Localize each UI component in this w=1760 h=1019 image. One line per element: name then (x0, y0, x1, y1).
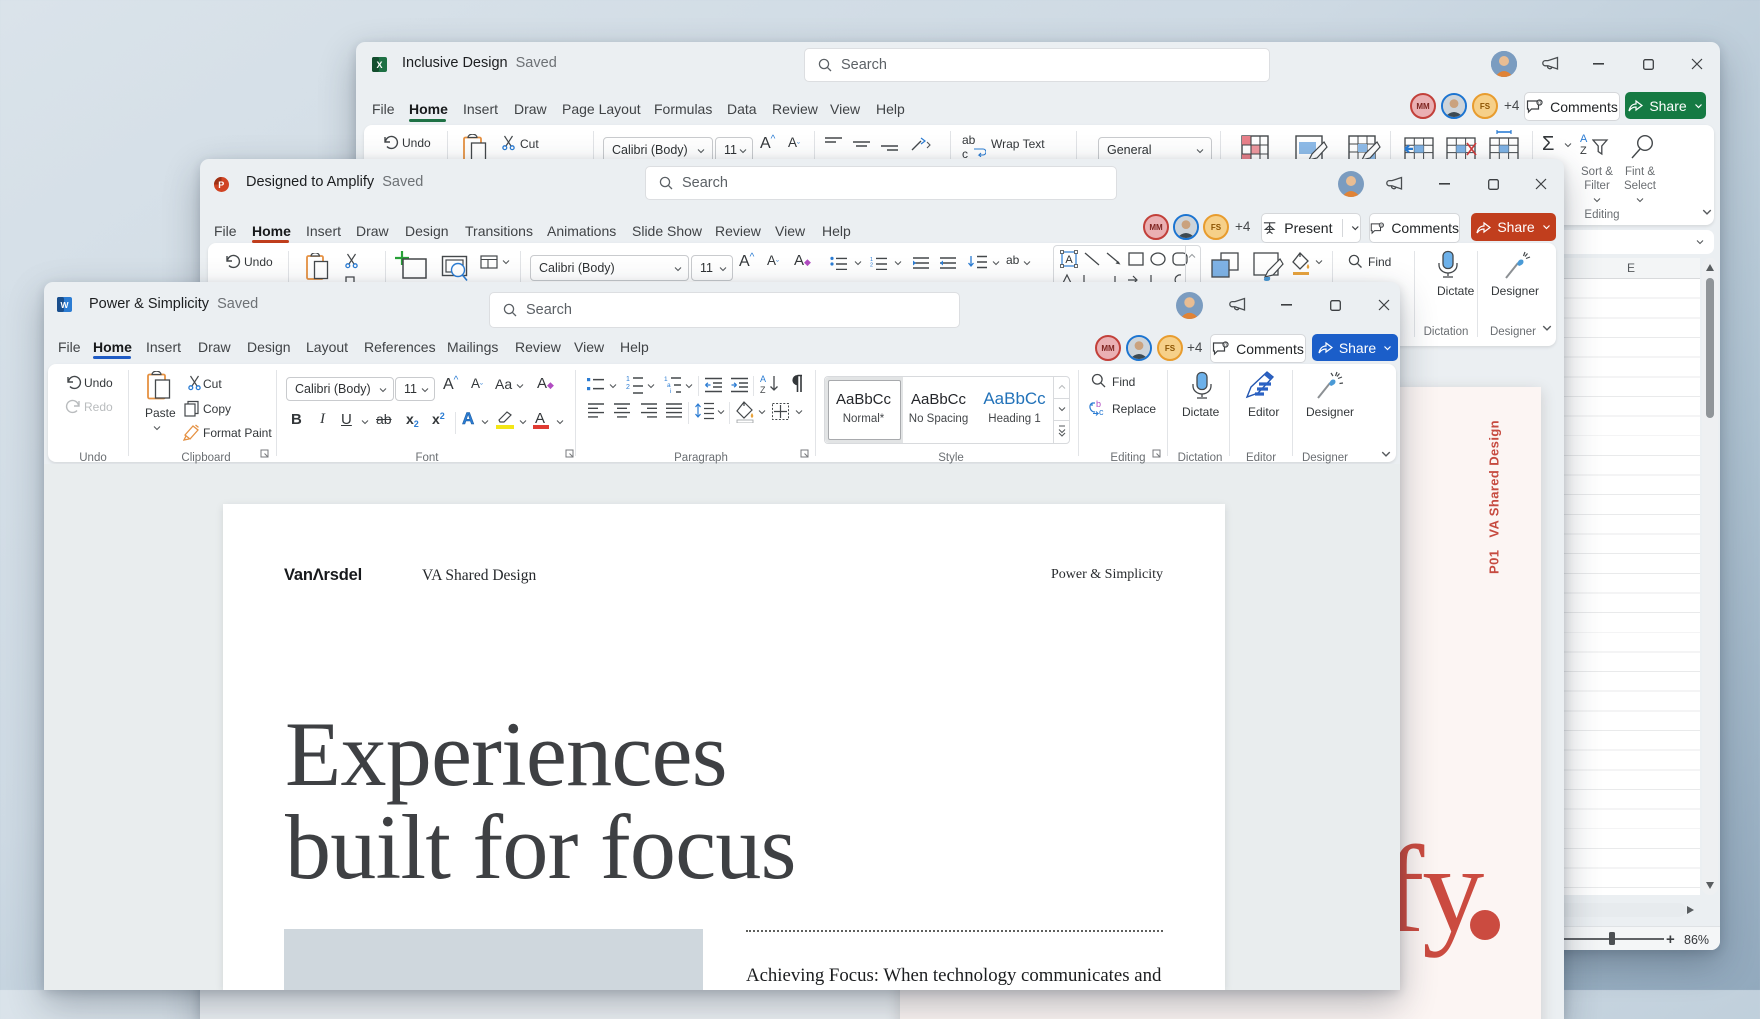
svg-text:i: i (670, 388, 671, 394)
svg-text:2: 2 (626, 384, 630, 391)
svg-text:@: @ (1223, 342, 1229, 348)
svg-text:@: @ (1537, 100, 1543, 106)
svg-text:W: W (60, 300, 69, 310)
svg-text:P: P (218, 180, 224, 190)
svg-text:c: c (1099, 407, 1104, 417)
svg-text:X: X (376, 60, 382, 70)
svg-text:2: 2 (870, 263, 873, 269)
svg-text:1: 1 (626, 376, 630, 383)
svg-text:A: A (1065, 254, 1073, 266)
svg-text:Z: Z (760, 385, 766, 394)
svg-text:A: A (760, 374, 766, 384)
svg-text:@: @ (1379, 222, 1384, 227)
